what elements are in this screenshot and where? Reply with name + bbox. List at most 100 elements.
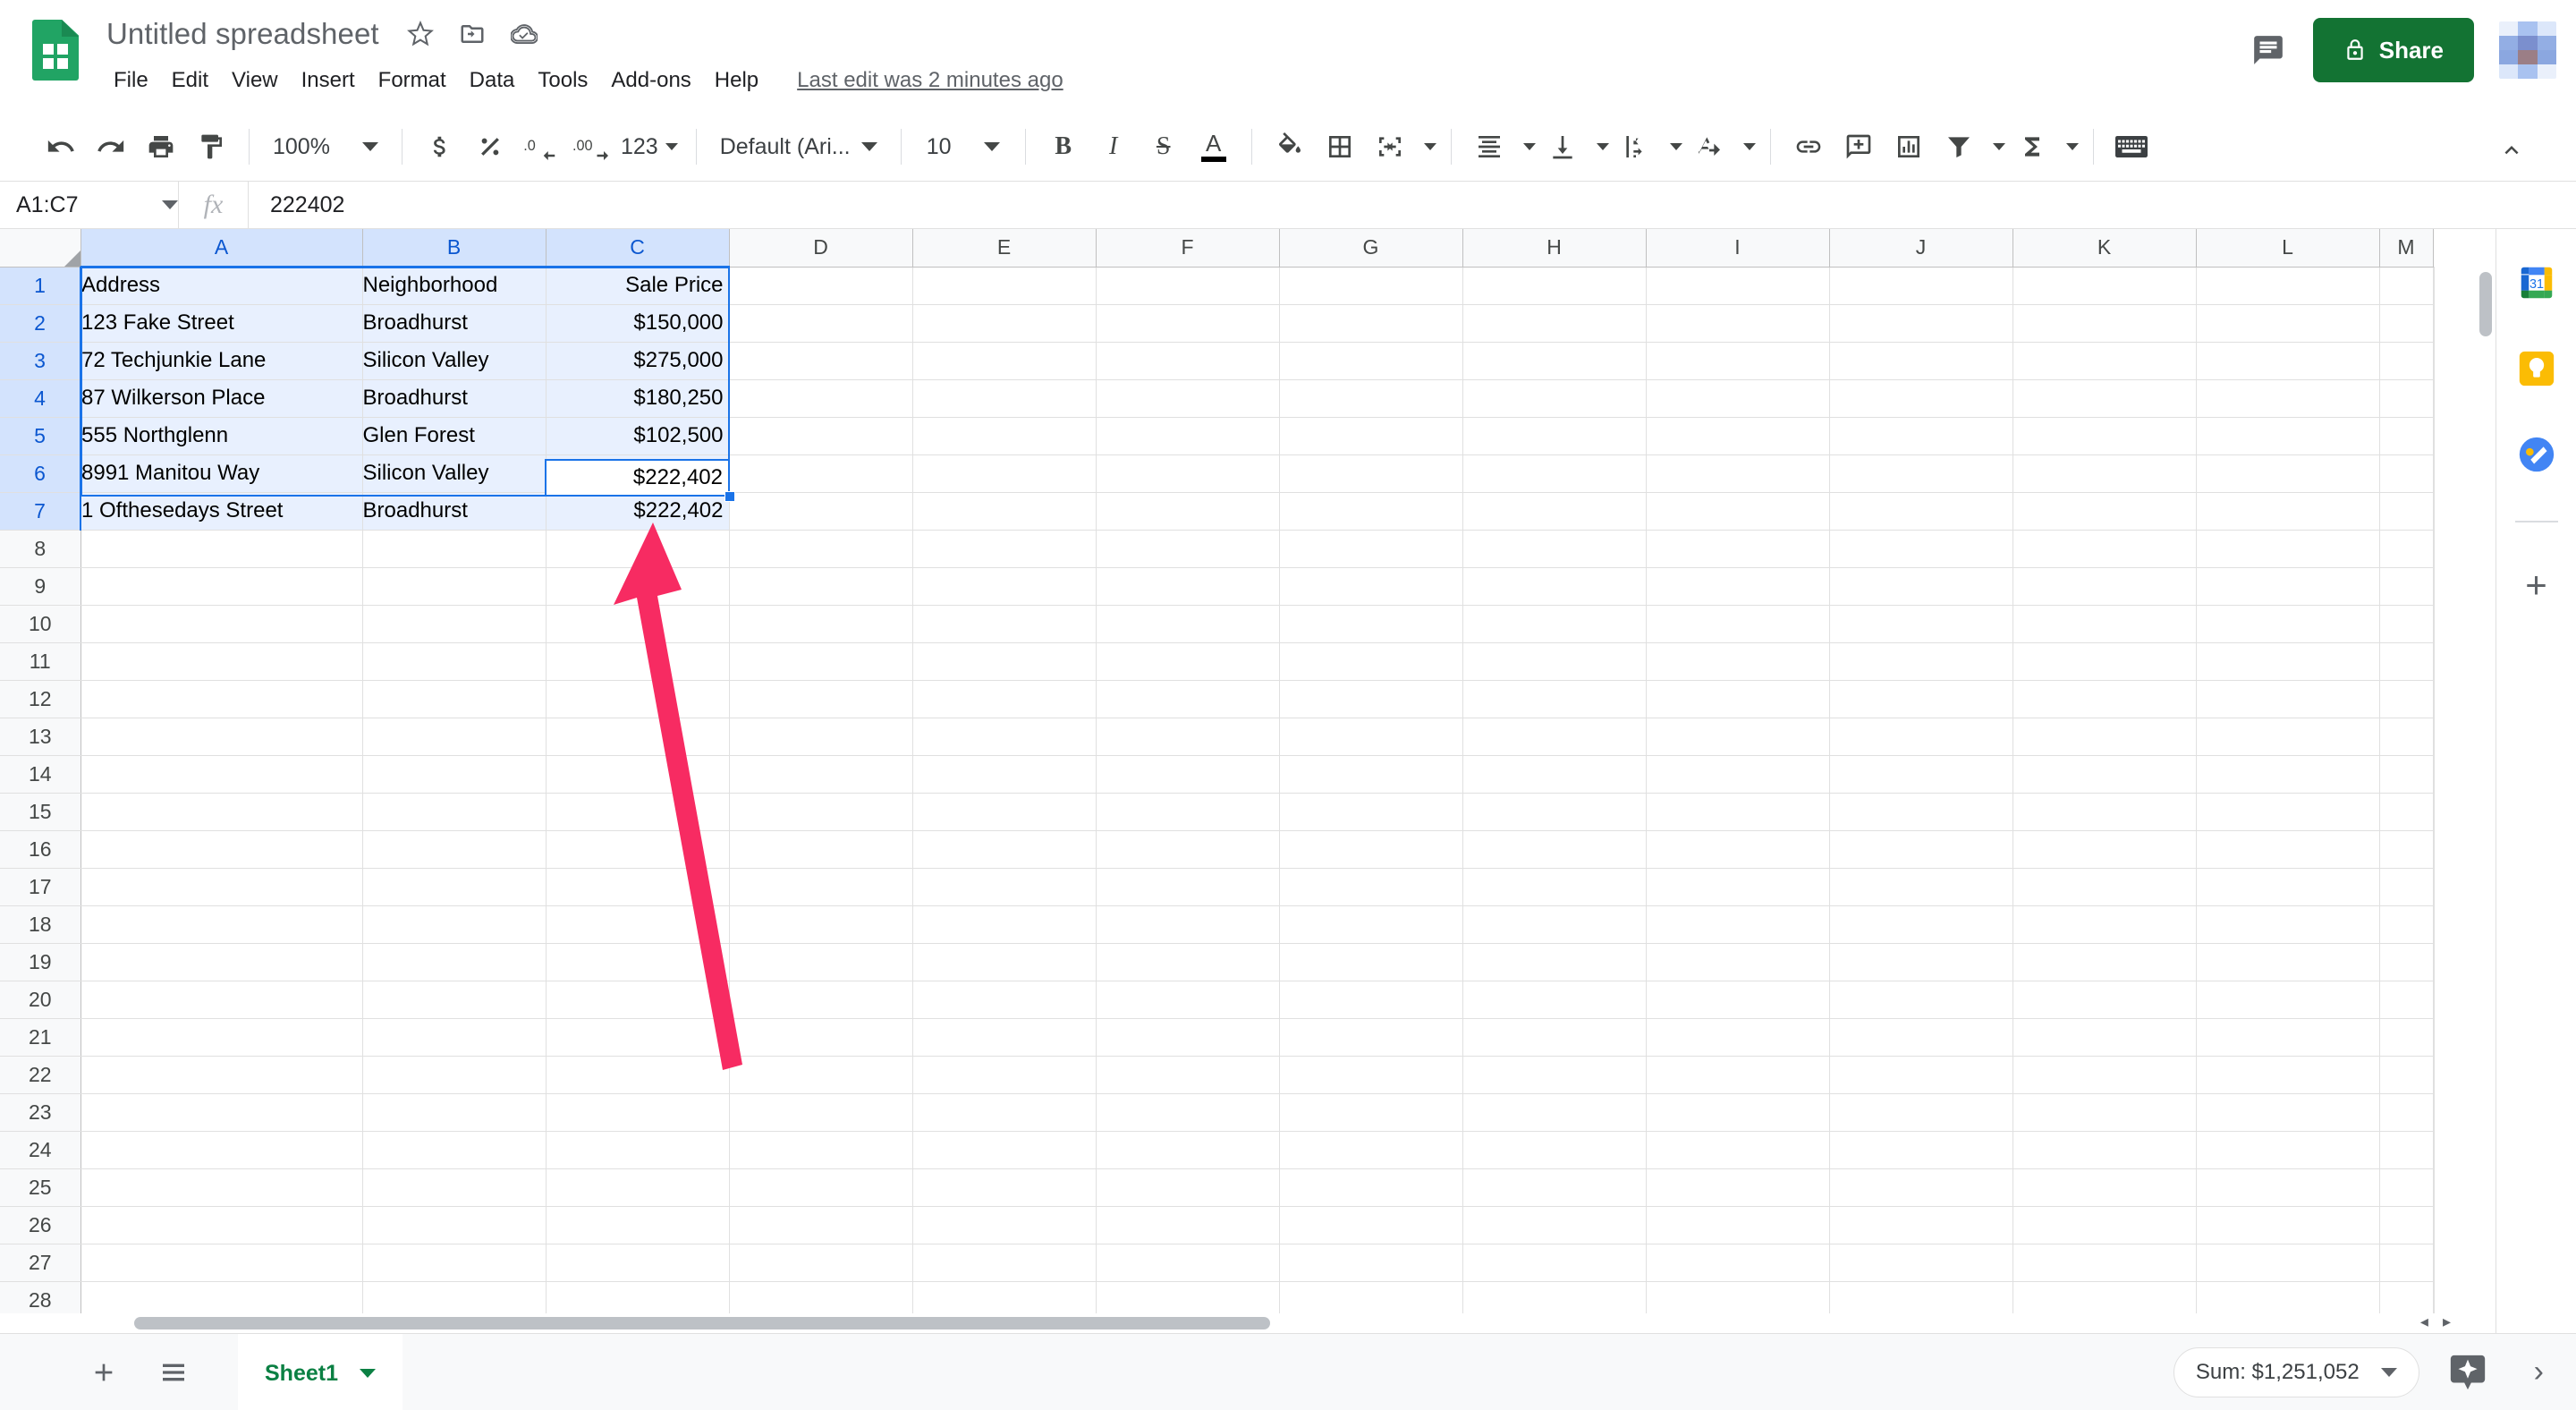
row-header-2[interactable]: 2 <box>0 304 81 343</box>
cell-C2[interactable]: $150,000 <box>546 304 730 343</box>
menu-add-ons[interactable]: Add-ons <box>599 63 702 98</box>
cell-K18[interactable] <box>2012 905 2197 944</box>
cell-D16[interactable] <box>729 830 913 869</box>
cell-D14[interactable] <box>729 755 913 794</box>
cell-K19[interactable] <box>2012 943 2197 981</box>
cell-A10[interactable] <box>80 605 363 643</box>
cell-G3[interactable] <box>1279 342 1463 380</box>
cell-A25[interactable] <box>80 1168 363 1207</box>
text-rotation-dropdown[interactable] <box>1734 122 1758 172</box>
cell-D17[interactable] <box>729 868 913 906</box>
cell-K11[interactable] <box>2012 642 2197 681</box>
cell-B8[interactable] <box>362 530 547 568</box>
star-icon[interactable] <box>405 19 436 49</box>
cell-B25[interactable] <box>362 1168 547 1207</box>
row-header-11[interactable]: 11 <box>0 642 81 681</box>
row-header-20[interactable]: 20 <box>0 981 81 1019</box>
cell-M22[interactable] <box>2379 1056 2434 1094</box>
cell-J26[interactable] <box>1829 1206 2013 1244</box>
cell-B14[interactable] <box>362 755 547 794</box>
cell-F22[interactable] <box>1096 1056 1280 1094</box>
cell-K6[interactable] <box>2012 454 2197 493</box>
cell-K13[interactable] <box>2012 718 2197 756</box>
cell-J8[interactable] <box>1829 530 2013 568</box>
cell-L5[interactable] <box>2196 417 2380 455</box>
cell-H17[interactable] <box>1462 868 1647 906</box>
cell-K8[interactable] <box>2012 530 2197 568</box>
cell-J15[interactable] <box>1829 793 2013 831</box>
cell-C17[interactable] <box>546 868 730 906</box>
cell-F3[interactable] <box>1096 342 1280 380</box>
cell-D24[interactable] <box>729 1131 913 1169</box>
currency-dollar-icon[interactable] <box>415 122 465 172</box>
cell-A8[interactable] <box>80 530 363 568</box>
cell-J27[interactable] <box>1829 1244 2013 1282</box>
italic-button[interactable]: I <box>1089 122 1139 172</box>
cell-E20[interactable] <box>912 981 1097 1019</box>
cell-L22[interactable] <box>2196 1056 2380 1094</box>
cell-H13[interactable] <box>1462 718 1647 756</box>
insert-comment-icon[interactable] <box>1834 122 1884 172</box>
cell-E3[interactable] <box>912 342 1097 380</box>
cell-H8[interactable] <box>1462 530 1647 568</box>
cell-B23[interactable] <box>362 1093 547 1132</box>
cell-J5[interactable] <box>1829 417 2013 455</box>
cell-I7[interactable] <box>1646 492 1830 531</box>
comment-history-icon[interactable] <box>2236 18 2301 82</box>
cell-L9[interactable] <box>2196 567 2380 606</box>
cell-L20[interactable] <box>2196 981 2380 1019</box>
cell-E2[interactable] <box>912 304 1097 343</box>
insert-chart-icon[interactable] <box>1884 122 1934 172</box>
cell-M12[interactable] <box>2379 680 2434 718</box>
cell-G23[interactable] <box>1279 1093 1463 1132</box>
cell-K26[interactable] <box>2012 1206 2197 1244</box>
fill-color-icon[interactable] <box>1265 122 1315 172</box>
cell-F12[interactable] <box>1096 680 1280 718</box>
cell-D8[interactable] <box>729 530 913 568</box>
cell-A15[interactable] <box>80 793 363 831</box>
cell-D19[interactable] <box>729 943 913 981</box>
horizontal-align-dropdown[interactable] <box>1514 122 1538 172</box>
cell-I8[interactable] <box>1646 530 1830 568</box>
last-edit-link[interactable]: Last edit was 2 minutes ago <box>797 68 1063 93</box>
cell-L4[interactable] <box>2196 379 2380 418</box>
cell-I3[interactable] <box>1646 342 1830 380</box>
cell-B24[interactable] <box>362 1131 547 1169</box>
cell-A4[interactable]: 87 Wilkerson Place <box>80 379 363 418</box>
google-calendar-icon[interactable]: 31 <box>2513 259 2560 306</box>
cell-M3[interactable] <box>2379 342 2434 380</box>
cell-G8[interactable] <box>1279 530 1463 568</box>
cell-M4[interactable] <box>2379 379 2434 418</box>
cell-F24[interactable] <box>1096 1131 1280 1169</box>
horizontal-scrollbar-thumb[interactable] <box>134 1317 1270 1329</box>
menu-data[interactable]: Data <box>458 63 527 98</box>
cell-H15[interactable] <box>1462 793 1647 831</box>
cell-M15[interactable] <box>2379 793 2434 831</box>
cell-A1[interactable]: Address <box>80 267 363 305</box>
cell-I18[interactable] <box>1646 905 1830 944</box>
cell-F18[interactable] <box>1096 905 1280 944</box>
cell-E18[interactable] <box>912 905 1097 944</box>
cell-A13[interactable] <box>80 718 363 756</box>
cell-F21[interactable] <box>1096 1018 1280 1057</box>
cell-M21[interactable] <box>2379 1018 2434 1057</box>
cell-E23[interactable] <box>912 1093 1097 1132</box>
cell-E21[interactable] <box>912 1018 1097 1057</box>
cell-K3[interactable] <box>2012 342 2197 380</box>
cell-K15[interactable] <box>2012 793 2197 831</box>
cell-I20[interactable] <box>1646 981 1830 1019</box>
column-header-l[interactable]: L <box>2196 229 2380 268</box>
cell-C4[interactable]: $180,250 <box>546 379 730 418</box>
cell-M14[interactable] <box>2379 755 2434 794</box>
cell-A9[interactable] <box>80 567 363 606</box>
cell-I22[interactable] <box>1646 1056 1830 1094</box>
cell-G14[interactable] <box>1279 755 1463 794</box>
cell-L15[interactable] <box>2196 793 2380 831</box>
vertical-align-icon[interactable] <box>1538 122 1588 172</box>
cell-I24[interactable] <box>1646 1131 1830 1169</box>
cell-M25[interactable] <box>2379 1168 2434 1207</box>
cell-E16[interactable] <box>912 830 1097 869</box>
cell-B5[interactable]: Glen Forest <box>362 417 547 455</box>
bold-button[interactable]: B <box>1038 122 1089 172</box>
cell-E19[interactable] <box>912 943 1097 981</box>
